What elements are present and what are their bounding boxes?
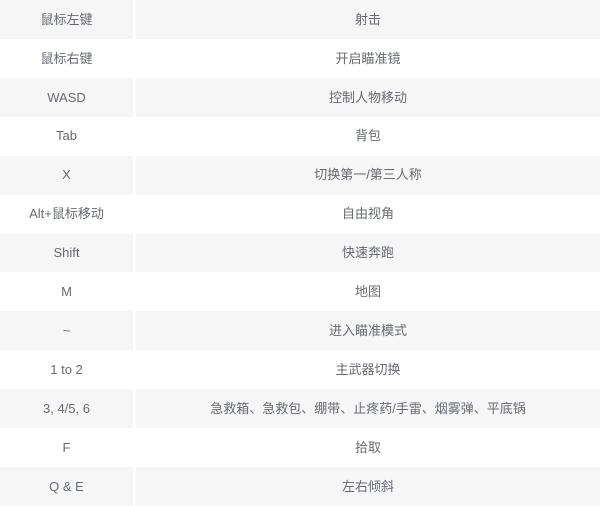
action-cell: 快速奔跑 [136,233,600,273]
action-cell: 地图 [136,272,600,312]
key-cell: 鼠标左键 [0,0,133,39]
table-row: 3, 4/5, 6 急救箱、急救包、绷带、止疼药/手雷、烟雾弹、平底锅 [0,389,600,429]
key-cell: M [0,272,133,312]
key-cell: F [0,428,133,468]
key-cell: Alt+鼠标移动 [0,194,133,234]
table-row: Tab 背包 [0,116,600,156]
table-row: 鼠标左键 射击 [0,0,600,39]
key-cell: 3, 4/5, 6 [0,389,133,429]
action-cell: 急救箱、急救包、绷带、止疼药/手雷、烟雾弹、平底锅 [136,389,600,429]
key-cell: Tab [0,116,133,156]
table-row: Shift 快速奔跑 [0,233,600,273]
key-cell: WASD [0,77,133,117]
key-cell: 1 to 2 [0,350,133,390]
action-cell: 开启瞄准镜 [136,38,600,78]
key-cell: ~ [0,311,133,351]
table-row: ~ 进入瞄准模式 [0,311,600,351]
action-cell: 主武器切换 [136,350,600,390]
action-cell: 背包 [136,116,600,156]
action-cell: 自由视角 [136,194,600,234]
action-cell: 控制人物移动 [136,77,600,117]
action-cell: 射击 [136,0,600,39]
action-cell: 左右倾斜 [136,467,600,506]
table-row: 鼠标右键 开启瞄准镜 [0,38,600,78]
key-cell: Q & E [0,467,133,506]
table-row: Alt+鼠标移动 自由视角 [0,194,600,234]
table-row: Q & E 左右倾斜 [0,467,600,506]
key-cell: Shift [0,233,133,273]
keybindings-table: 鼠标左键 射击 鼠标右键 开启瞄准镜 WASD 控制人物移动 Tab 背包 X 切换第一/第三人称… [0,0,600,506]
table-row: F 拾取 [0,428,600,468]
key-cell: X [0,155,133,195]
action-cell: 切换第一/第三人称 [136,155,600,195]
key-cell: 鼠标右键 [0,38,133,78]
table-row: 1 to 2 主武器切换 [0,350,600,390]
action-cell: 进入瞄准模式 [136,311,600,351]
table-row: WASD 控制人物移动 [0,77,600,117]
action-cell: 拾取 [136,428,600,468]
table-row: X 切换第一/第三人称 [0,155,600,195]
table-row: M 地图 [0,272,600,312]
